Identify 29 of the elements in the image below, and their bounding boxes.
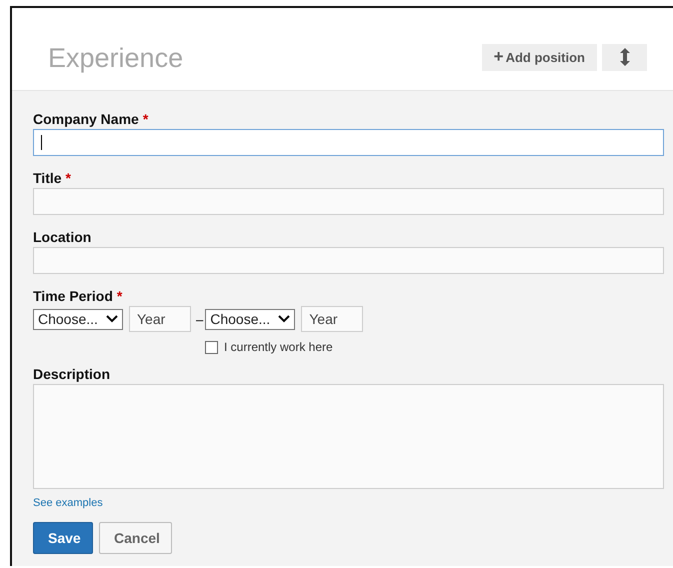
year-field[interactable]: Year (301, 306, 364, 332)
add-position-button[interactable]: +Add position (482, 44, 597, 70)
required-asterisk: * (116, 288, 122, 304)
month-dropdown[interactable]: Choose... (33, 308, 123, 330)
text-field[interactable] (33, 188, 664, 215)
checkbox[interactable] (205, 340, 218, 354)
reorder-button[interactable] (602, 44, 647, 70)
range-dash: – (196, 312, 204, 326)
text-field[interactable] (33, 247, 664, 274)
text-field[interactable] (33, 129, 664, 156)
field-label: Company Name (33, 111, 139, 127)
field-label: Description (33, 366, 110, 382)
month-dropdown[interactable]: Choose... (205, 308, 296, 330)
year-field[interactable]: Year (129, 306, 191, 332)
required-asterisk: * (66, 170, 71, 186)
section-title: Experience (48, 42, 184, 74)
chevron-down-icon (106, 315, 118, 323)
checkbox-label: I currently work here (224, 340, 333, 354)
cancel-button[interactable]: Cancel (99, 522, 172, 554)
text-cursor (41, 135, 42, 150)
field-label: Title (33, 170, 62, 186)
description-field[interactable] (33, 384, 664, 489)
see-examples-link[interactable]: See examples (33, 497, 103, 509)
chevron-down-icon (278, 315, 290, 323)
field-label: Location (33, 229, 92, 245)
field-label: Time Period (33, 288, 113, 304)
save-button[interactable]: Save (33, 522, 93, 554)
required-asterisk: * (142, 111, 148, 127)
up-down-arrow-icon (620, 48, 630, 66)
